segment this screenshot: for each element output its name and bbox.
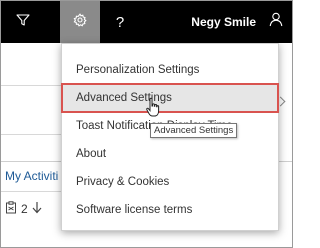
menu-item-personalization-settings[interactable]: Personalization Settings [62, 56, 278, 84]
divider [1, 85, 61, 86]
filter-button[interactable] [3, 1, 43, 43]
clipboard-icon [5, 201, 17, 217]
user-icon [269, 12, 283, 32]
top-navigation-bar: ? Negy Smile [1, 1, 292, 43]
settings-button[interactable] [60, 1, 100, 43]
menu-item-privacy-cookies[interactable]: Privacy & Cookies [62, 168, 278, 196]
hand-pointer-cursor-icon [145, 97, 161, 119]
tooltip: Advanced Settings [150, 123, 238, 138]
arrow-down-icon[interactable] [32, 201, 42, 217]
app-window: My Activiti 2 ? Negy Smile Personalizati… [0, 0, 293, 248]
activity-count-row: 2 [5, 201, 42, 217]
user-name[interactable]: Negy Smile [191, 1, 256, 43]
user-button[interactable] [260, 1, 292, 43]
my-activities-link[interactable]: My Activiti [5, 169, 58, 183]
help-button[interactable]: ? [100, 1, 140, 43]
divider [1, 134, 61, 135]
activity-count: 2 [21, 202, 28, 216]
divider [1, 191, 61, 192]
help-icon: ? [115, 13, 125, 31]
menu-item-advanced-settings[interactable]: Advanced Settings [61, 83, 279, 113]
filter-icon [16, 13, 30, 32]
menu-item-about[interactable]: About [62, 140, 278, 168]
gear-icon [73, 12, 87, 32]
menu-item-software-license-terms[interactable]: Software license terms [62, 196, 278, 224]
